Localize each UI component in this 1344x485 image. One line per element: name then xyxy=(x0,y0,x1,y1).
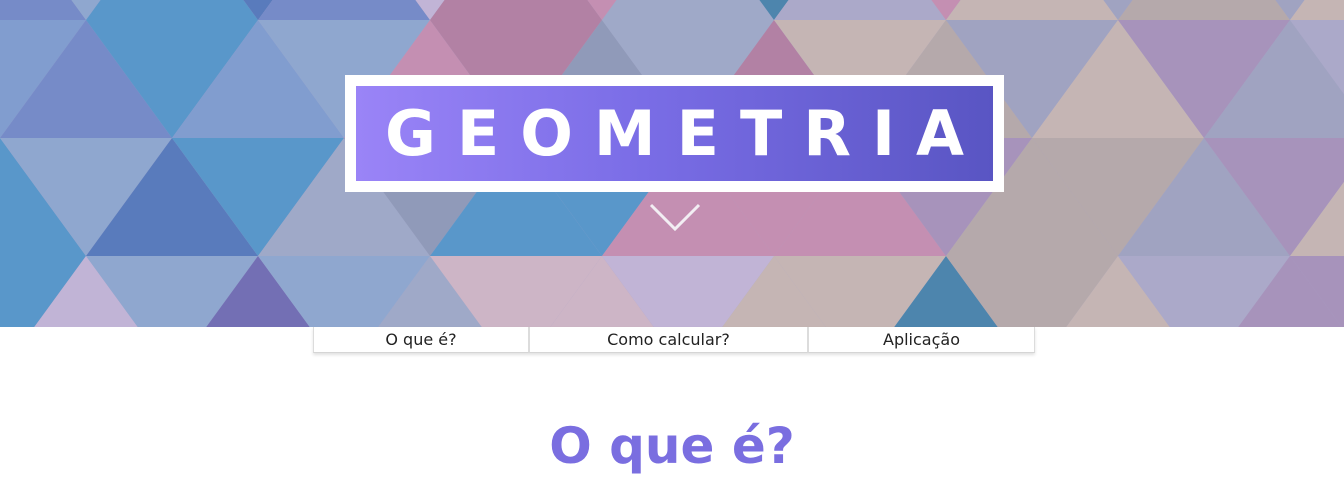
section-title: O que é? xyxy=(549,417,795,475)
nav-item-como-calcular[interactable]: Como calcular? xyxy=(529,327,808,353)
hero-banner: GEOMETRIA xyxy=(0,0,1344,327)
nav-item-o-que-e[interactable]: O que é? xyxy=(313,327,529,353)
title-frame: GEOMETRIA xyxy=(345,75,1004,192)
section-nav: O que é? Como calcular? Aplicação xyxy=(313,327,1035,353)
nav-item-aplicacao[interactable]: Aplicação xyxy=(808,327,1035,353)
chevron-down-icon[interactable] xyxy=(648,202,702,234)
title-panel: GEOMETRIA xyxy=(356,86,993,181)
page-title: GEOMETRIA xyxy=(384,96,986,170)
